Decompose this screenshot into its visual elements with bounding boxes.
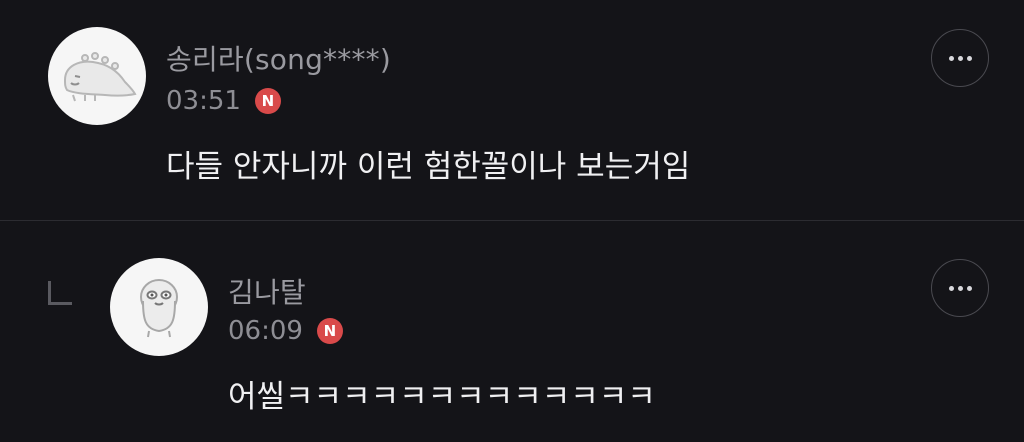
new-badge: N (254, 88, 281, 114)
more-options-button[interactable] (931, 259, 989, 317)
comment-text: 어씰ㅋㅋㅋㅋㅋㅋㅋㅋㅋㅋㅋㅋㅋ (228, 379, 656, 415)
reply-comment-item: 김나탈 06:09 N 어씰ㅋㅋㅋㅋㅋㅋㅋㅋㅋㅋㅋㅋㅋ (0, 221, 1024, 442)
dinosaur-avatar-icon (63, 52, 137, 102)
reply-indicator-icon (48, 281, 72, 305)
comment-time: 03:51 (166, 86, 241, 116)
more-options-button[interactable] (931, 29, 989, 87)
comment-text: 다들 안자니까 이런 험한꼴이나 보는거임 (166, 149, 691, 185)
author-name[interactable]: 송리라(song****) (166, 38, 391, 78)
new-badge: N (316, 318, 343, 344)
comment-meta: 06:09 N (228, 316, 343, 346)
comment-meta: 03:51 N (166, 86, 281, 116)
more-options-icon (948, 285, 954, 291)
comment-time: 06:09 (228, 316, 303, 346)
avatar[interactable] (48, 27, 146, 125)
comment-item: 송리라(song****) 03:51 N 다들 안자니까 이런 험한꼴이나 보… (0, 0, 1024, 220)
avatar[interactable] (110, 258, 208, 356)
more-options-icon (948, 55, 954, 61)
character-avatar-icon (140, 279, 178, 338)
author-name[interactable]: 김나탈 (228, 271, 306, 311)
